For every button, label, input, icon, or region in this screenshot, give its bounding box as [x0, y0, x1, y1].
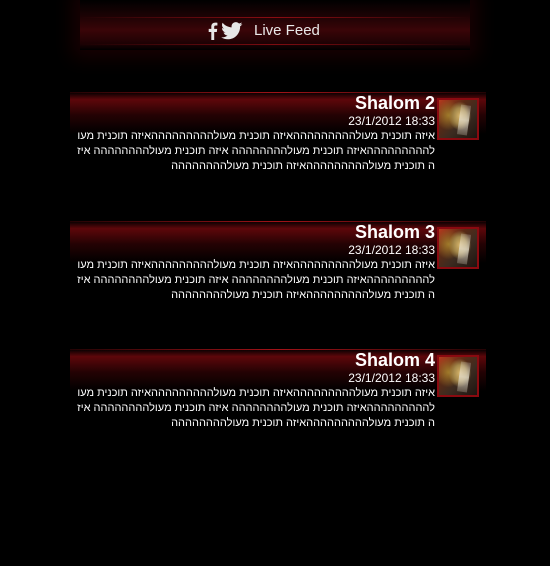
post-text: איזה תוכנית מעולהההההההההאיזה תוכנית מעו…: [77, 130, 435, 172]
post-text: איזה תוכנית מעולהההההההההאיזה תוכנית מעו…: [77, 259, 435, 301]
post-timestamp: 23/1/2012 18:33: [348, 243, 435, 257]
live-feed-header: Live Feed: [80, 0, 470, 50]
facebook-icon[interactable]: [207, 22, 218, 40]
post-author[interactable]: Shalom 3: [355, 221, 435, 243]
post-timestamp: 23/1/2012 18:33: [348, 371, 435, 385]
live-feed-header-content: Live Feed: [207, 21, 320, 41]
post-author[interactable]: Shalom 2: [355, 92, 435, 114]
user-avatar[interactable]: [437, 227, 479, 269]
post-author[interactable]: Shalom 4: [355, 349, 435, 371]
user-avatar[interactable]: [437, 98, 479, 140]
twitter-icon[interactable]: [221, 22, 243, 40]
user-avatar[interactable]: [437, 355, 479, 397]
post-timestamp: 23/1/2012 18:33: [348, 114, 435, 128]
post-text: איזה תוכנית מעולהההההההההאיזה תוכנית מעו…: [77, 387, 435, 429]
feed-post: Shalom 3 23/1/2012 18:33 איזה תוכנית מעו…: [70, 221, 486, 331]
feed-post: Shalom 2 23/1/2012 18:33 איזה תוכנית מעו…: [70, 92, 486, 202]
live-feed-title: Live Feed: [254, 22, 320, 39]
feed-post: Shalom 4 23/1/2012 18:33 איזה תוכנית מעו…: [70, 349, 486, 459]
